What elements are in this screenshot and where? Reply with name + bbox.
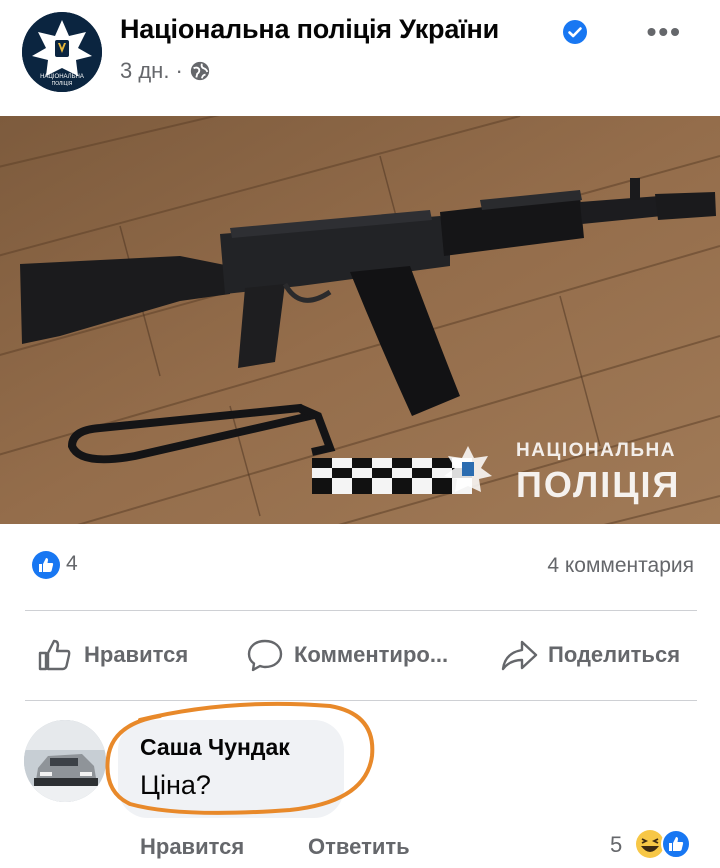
comment-count[interactable]: 4 комментария (547, 554, 694, 578)
comment-bubble-icon (247, 639, 283, 672)
watermark-bottom: ПОЛІЦІЯ (516, 464, 681, 505)
comment-button-label: Комментиро... (294, 642, 449, 667)
watermark-top: НАЦІОНАЛЬНА (516, 440, 676, 461)
svg-text:ПОЛІЦІЯ: ПОЛІЦІЯ (52, 81, 73, 87)
like-button-label: Нравится (84, 642, 189, 667)
share-button[interactable]: Поделиться (500, 636, 680, 674)
post-time[interactable]: 3 дн. (120, 58, 169, 84)
page-name[interactable]: Національна поліція України (120, 14, 499, 45)
post-actions: Нравится Комментиро... Поделиться (0, 630, 720, 686)
thumbs-up-reaction-icon (661, 829, 691, 859)
like-reaction-icon[interactable] (32, 551, 60, 579)
share-arrow-icon (501, 640, 538, 671)
globe-icon (190, 61, 209, 81)
page-avatar[interactable]: НАЦІОНАЛЬНА ПОЛІЦІЯ (22, 12, 102, 92)
comment-item: Саша Чундак Ціна? Нравится Ответить 5 (0, 701, 720, 868)
comment-button[interactable]: Комментиро... (246, 636, 448, 674)
more-options-button[interactable]: ••• (647, 16, 682, 48)
like-count[interactable]: 4 (66, 552, 78, 576)
meta-separator: · (175, 58, 183, 83)
commenter-avatar[interactable] (24, 720, 106, 802)
rifle-photo-illustration (0, 116, 720, 524)
divider-bottom (25, 700, 697, 701)
svg-text:НАЦІОНАЛЬНА: НАЦІОНАЛЬНА (40, 74, 84, 80)
comment-reaction-count[interactable]: 5 (610, 832, 622, 858)
comment-reactions[interactable] (632, 828, 696, 860)
haha-emoji-icon (636, 830, 664, 858)
post-photo[interactable]: НАЦІОНАЛЬНА ПОЛІЦІЯ (0, 116, 720, 524)
verified-badge-icon (563, 20, 587, 44)
post-meta: 3 дн. · (120, 58, 211, 84)
reaction-stats: 4 4 комментария (0, 548, 720, 592)
comment-author[interactable]: Саша Чундак (140, 734, 290, 761)
police-logo: НАЦІОНАЛЬНА ПОЛІЦІЯ (22, 12, 102, 92)
car-avatar-image (24, 720, 106, 802)
share-button-label: Поделиться (548, 642, 681, 667)
post-header: НАЦІОНАЛЬНА ПОЛІЦІЯ Національна поліція … (0, 0, 720, 110)
comment-reply-button[interactable]: Ответить (308, 834, 410, 860)
comment-text: Ціна? (140, 770, 211, 800)
like-button[interactable]: Нравится (36, 636, 188, 674)
comment-like-button[interactable]: Нравится (140, 834, 244, 860)
divider-top (25, 610, 697, 611)
thumbs-up-icon (38, 639, 71, 671)
